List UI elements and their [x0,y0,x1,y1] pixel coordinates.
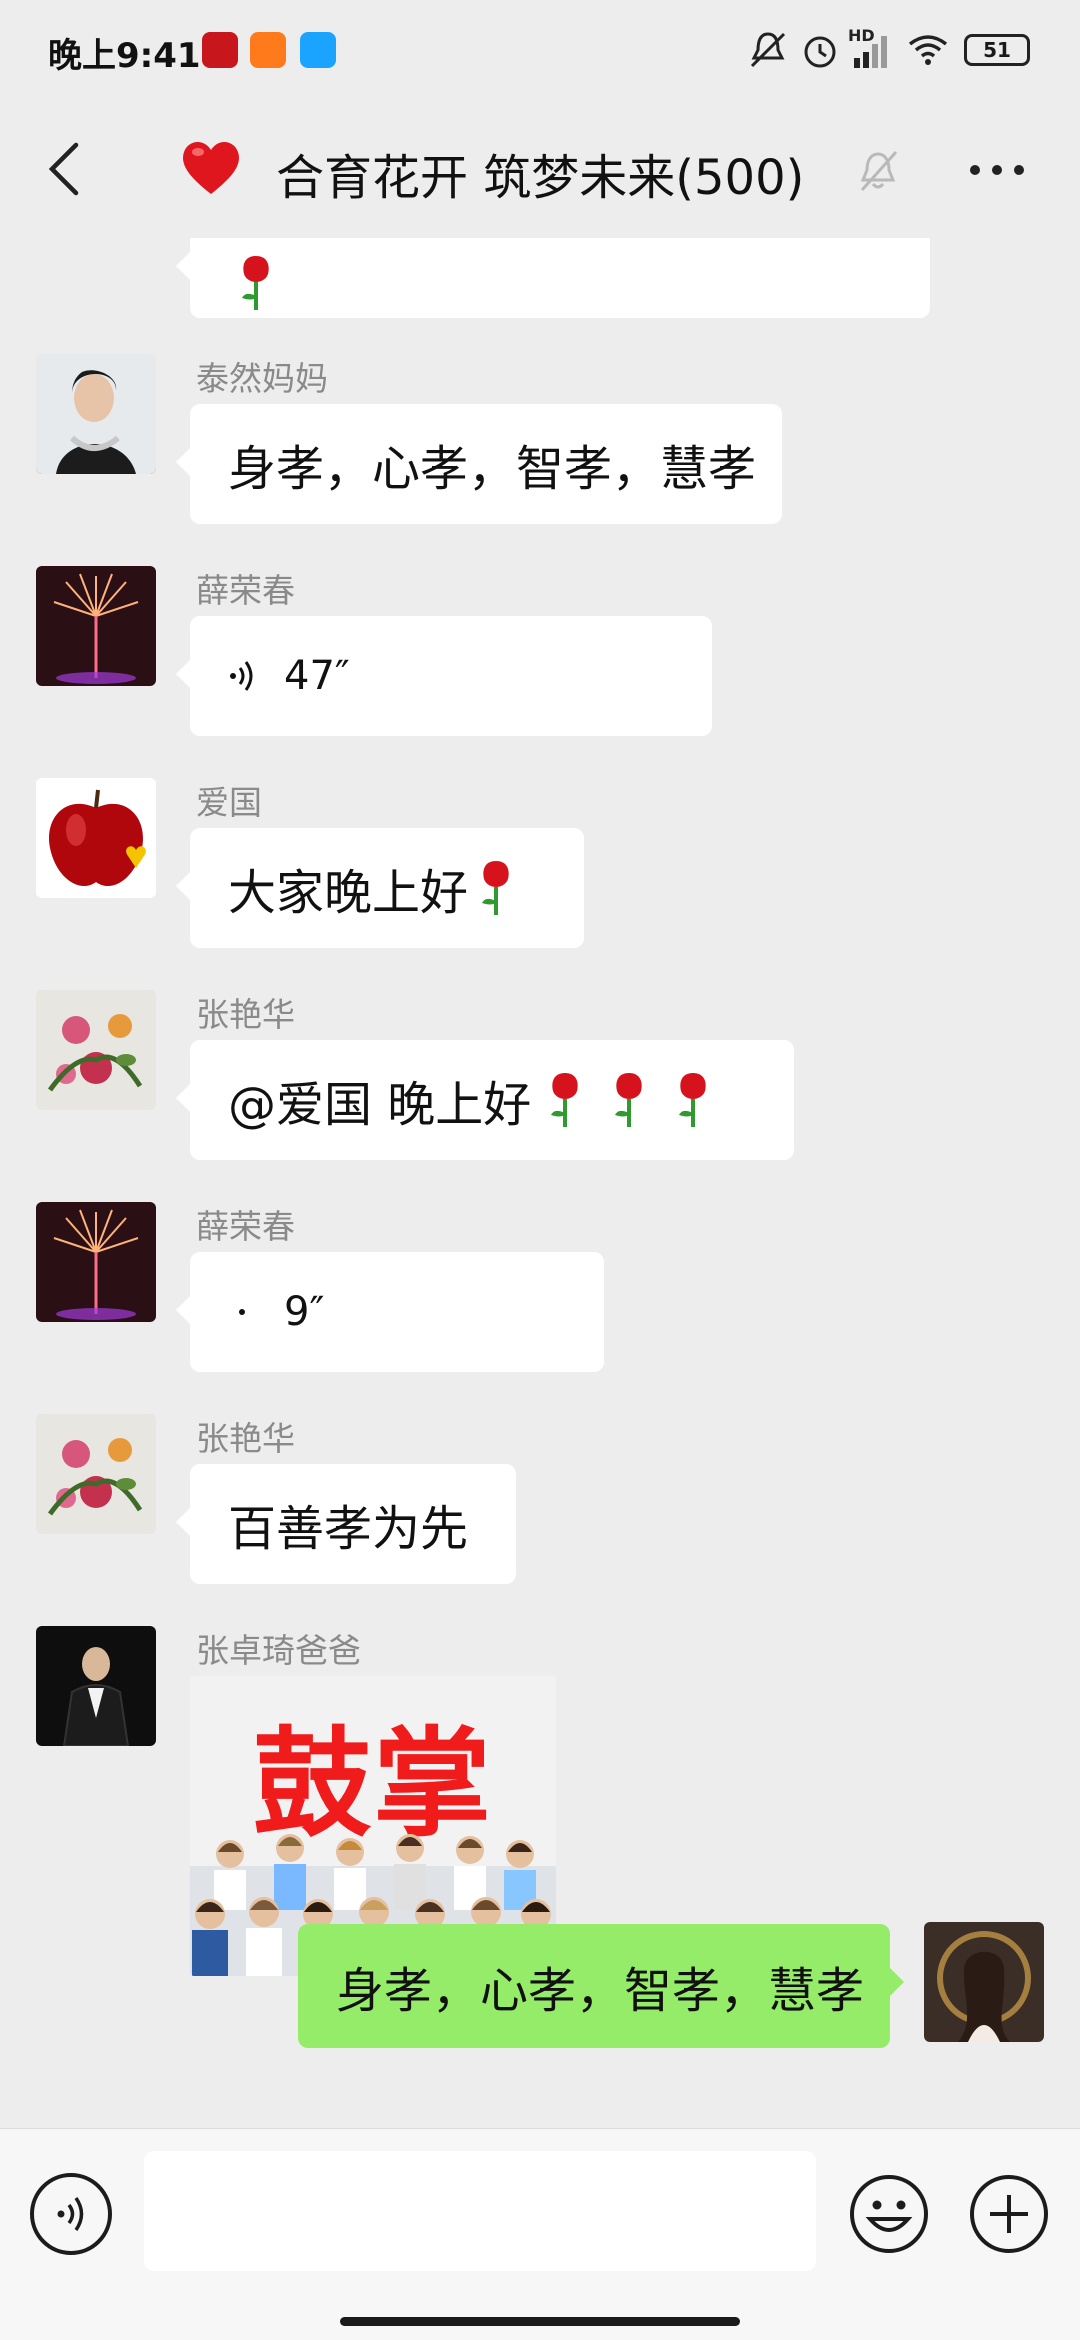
firework-image [36,1202,156,1322]
portrait-image [36,354,156,474]
wifi-icon [908,35,948,65]
message-bubble-partial[interactable] [176,238,930,318]
avatar[interactable] [36,1626,156,1746]
plus-button[interactable] [968,2173,1050,2255]
input-bar [0,2128,1080,2340]
voice-wave-icon [228,656,258,696]
sender-name: 爱国 [196,783,262,822]
avatar[interactable] [36,990,156,1110]
voice-input-button[interactable] [30,2173,112,2255]
more-dots-icon [970,165,1024,175]
battery-indicator: 51 [964,34,1030,66]
avatar[interactable] [36,354,156,474]
message-bubble[interactable]: 大家晚上好 [176,828,584,948]
bell-muted-icon [860,150,898,192]
avatar[interactable] [36,1202,156,1322]
voice-wave-icon [228,1292,258,1332]
chat-header: 合育花开 筑梦未来(500) [0,104,1080,238]
sender-name: 泰然妈妈 [196,359,328,398]
status-time: 晚上9:41 [48,36,201,76]
emoji-button[interactable] [848,2173,930,2255]
home-indicator[interactable] [340,2317,740,2326]
message-bubble[interactable]: @爱国 晚上好 [176,1040,794,1160]
shopping-app-icon [250,32,286,68]
man-in-suit-image [36,1626,156,1746]
rose-emoji-icon [679,1073,706,1127]
more-button[interactable] [962,140,1032,200]
status-bar: 晚上9:41 HD 51 [0,0,1080,104]
firework-image [36,566,156,686]
message-bubble[interactable]: 百善孝为先 [176,1464,516,1584]
rose-emoji-icon [615,1073,642,1127]
voice-duration: 9″ [284,1289,325,1335]
avatar[interactable] [36,566,156,686]
avatar[interactable] [36,1414,156,1534]
message-text: 百善孝为先 [228,1501,469,1557]
heart-emoji-icon [183,141,239,194]
rose-emoji-icon [242,256,269,310]
voice-wave-icon [57,2197,84,2231]
voice-message-bubble[interactable]: 9″ [176,1252,604,1372]
rose-emoji-icon [482,861,509,915]
sender-name: 张艳华 [196,995,295,1034]
messenger-app-icon [300,32,336,68]
battery-level: 51 [983,38,1011,62]
chat-title: 合育花开 筑梦未来(500) [276,150,805,206]
message-text: @爱国 晚上好 [228,1077,532,1133]
signal-icon [854,36,887,68]
rose-emoji-icon [551,1073,578,1127]
sender-name: 张艳华 [196,1419,295,1458]
my-avatar[interactable] [924,1922,1044,2042]
back-button[interactable] [34,134,94,204]
message-input[interactable] [144,2151,816,2271]
xuexi-app-icon [202,32,238,68]
girl-portrait-image [924,1922,1044,2042]
flower-painting-image [36,990,156,1110]
mute-status-icon [750,32,786,68]
avatar[interactable] [36,778,156,898]
flower-painting-image [36,1414,156,1534]
message-list[interactable]: 泰然妈妈 身孝，心孝，智孝，慧孝 薛荣春 47″ 爱国 大家晚上好 张艳华 @爱… [0,238,1080,2128]
voice-duration: 47″ [284,653,350,699]
alarm-icon [804,36,836,68]
my-message-bubble[interactable]: 身孝，心孝，智孝，慧孝 [298,1924,904,2048]
sender-name: 薛荣春 [196,1207,295,1246]
sender-name: 张卓琦爸爸 [196,1631,361,1670]
chevron-left-icon [48,142,79,196]
message-text: 身孝，心孝，智孝，慧孝 [336,1963,865,2019]
message-text: 身孝，心孝，智孝，慧孝 [228,441,757,497]
voice-message-bubble[interactable]: 47″ [176,616,712,736]
message-bubble[interactable]: 身孝，心孝，智孝，慧孝 [176,404,782,524]
apple-image [36,778,156,898]
message-text: 大家晚上好 [228,865,469,921]
sender-name: 薛荣春 [196,571,295,610]
